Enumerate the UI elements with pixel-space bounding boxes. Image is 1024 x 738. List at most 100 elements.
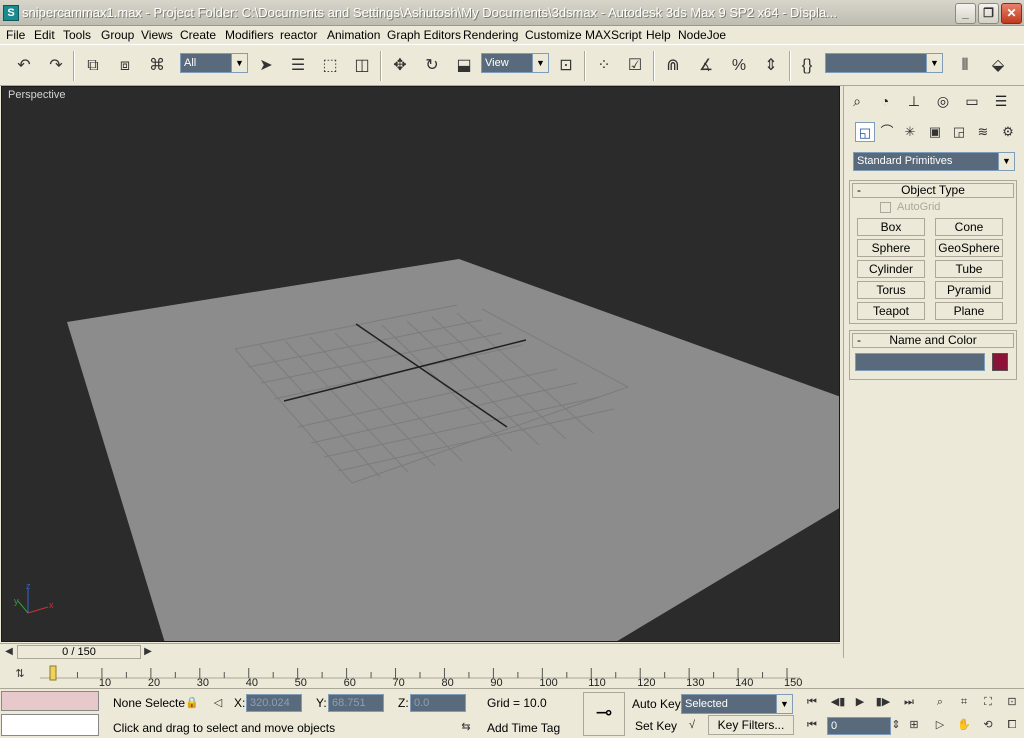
- pyramid-button[interactable]: Pyramid: [935, 281, 1003, 299]
- space-warps-icon[interactable]: ≋: [973, 122, 993, 142]
- name-and-color-header[interactable]: - Name and Color: [852, 333, 1014, 348]
- keyboard-shortcut-override-icon[interactable]: ⁘: [592, 54, 616, 78]
- bind-space-warp-icon[interactable]: ⌘: [145, 54, 169, 78]
- perspective-viewport[interactable]: x y z Perspective: [1, 86, 840, 642]
- unlink-icon[interactable]: ⧈: [113, 54, 137, 78]
- menu-animation[interactable]: Animation: [327, 28, 380, 42]
- close-button[interactable]: ✕: [1001, 3, 1022, 24]
- motion-tab-icon[interactable]: ◎: [932, 90, 954, 112]
- spinner-snap-icon[interactable]: ⇕: [759, 54, 783, 78]
- chevron-left-icon[interactable]: ◀: [2, 645, 16, 659]
- menu-create[interactable]: Create: [180, 28, 216, 42]
- menu-tools[interactable]: Tools: [63, 28, 91, 42]
- helpers-icon[interactable]: ◲: [949, 122, 969, 142]
- key-mode-toggle-icon[interactable]: ⏮: [802, 715, 822, 735]
- select-and-link-icon[interactable]: ⧉: [81, 54, 105, 78]
- current-frame-input[interactable]: 0: [827, 717, 891, 735]
- time-slider-thumb[interactable]: 0 / 150: [17, 645, 141, 659]
- sphere-button[interactable]: Sphere: [857, 239, 925, 257]
- display-tab-icon[interactable]: ▭: [961, 90, 983, 112]
- edit-named-selections-icon[interactable]: {}: [795, 54, 819, 78]
- pivot-center-icon[interactable]: ⊡: [554, 54, 578, 78]
- chevron-right-icon[interactable]: ▶: [141, 645, 155, 659]
- pan-icon[interactable]: ✋: [954, 715, 974, 735]
- lights-icon[interactable]: ✳: [900, 122, 920, 142]
- maximize-button[interactable]: ❐: [978, 3, 999, 24]
- object-color-swatch[interactable]: [992, 353, 1008, 371]
- snaps-toggle-icon[interactable]: ⋒: [661, 54, 685, 78]
- select-object-icon[interactable]: ➤: [254, 54, 278, 78]
- x-coordinate-input[interactable]: 320.024: [246, 694, 302, 712]
- maximize-viewport-icon[interactable]: ⧠: [1002, 715, 1022, 735]
- reference-coord-dropdown[interactable]: View ▼: [481, 53, 549, 73]
- object-type-header[interactable]: - Object Type: [852, 183, 1014, 198]
- track-bar[interactable]: ⇅ 10 20 30 40 50 60 70 80 90 100 110 120 130 140 150: [0, 660, 840, 688]
- menu-file[interactable]: File: [6, 28, 25, 42]
- previous-frame-icon[interactable]: ◀▮: [828, 692, 848, 712]
- cameras-icon[interactable]: ▣: [925, 122, 945, 142]
- set-key-icon[interactable]: ⊸: [583, 692, 625, 736]
- object-name-input[interactable]: [855, 353, 985, 371]
- select-and-rotate-icon[interactable]: ↻: [420, 54, 444, 78]
- hierarchy-tab-icon[interactable]: ⊥: [903, 90, 925, 112]
- rectangular-selection-icon[interactable]: ⬚: [318, 54, 342, 78]
- y-coordinate-input[interactable]: 68.751: [328, 694, 384, 712]
- auto-key-button[interactable]: Auto Key: [632, 696, 681, 714]
- menu-reactor[interactable]: reactor: [280, 28, 317, 42]
- play-icon[interactable]: ▶: [850, 692, 870, 712]
- add-time-tag[interactable]: Add Time Tag: [487, 720, 560, 738]
- key-mode-dropdown[interactable]: Selected ▼: [681, 694, 793, 714]
- zoom-icon[interactable]: ⌕: [930, 692, 950, 712]
- systems-icon[interactable]: ⚙: [998, 122, 1018, 142]
- create-tab-icon[interactable]: ⌕: [846, 90, 868, 112]
- menu-customize[interactable]: Customize: [525, 28, 582, 42]
- utilities-tab-icon[interactable]: ☰: [990, 90, 1012, 112]
- menu-views[interactable]: Views: [141, 28, 173, 42]
- select-and-scale-icon[interactable]: ⬓: [452, 54, 476, 78]
- window-crossing-icon[interactable]: ◫: [350, 54, 374, 78]
- percent-snap-icon[interactable]: %: [727, 54, 751, 78]
- named-selection-dropdown[interactable]: ▼: [825, 53, 943, 73]
- category-dropdown[interactable]: Standard Primitives ▼: [853, 152, 1015, 171]
- menu-modifiers[interactable]: Modifiers: [225, 28, 274, 42]
- torus-button[interactable]: Torus: [857, 281, 925, 299]
- selection-filter-dropdown[interactable]: All ▼: [180, 53, 248, 73]
- maxscript-listener-white[interactable]: [1, 714, 99, 736]
- select-by-name-icon[interactable]: ☰: [286, 54, 310, 78]
- arc-rotate-icon[interactable]: ⟲: [978, 715, 998, 735]
- field-of-view-icon[interactable]: ▷: [930, 715, 950, 735]
- teapot-button[interactable]: Teapot: [857, 302, 925, 320]
- viewport-label[interactable]: Perspective: [8, 89, 65, 101]
- menu-help[interactable]: Help: [646, 28, 671, 42]
- redo-icon[interactable]: ↷: [44, 54, 68, 78]
- spinner-icon[interactable]: ⇕: [890, 715, 902, 735]
- zoom-extents-icon[interactable]: ⛶: [978, 692, 998, 712]
- tube-button[interactable]: Tube: [935, 260, 1003, 278]
- key-filters-button[interactable]: Key Filters...: [708, 715, 794, 735]
- mirror-icon[interactable]: ⫴: [953, 54, 977, 78]
- time-configuration-icon[interactable]: ⊞: [904, 715, 924, 735]
- menu-nodejoe[interactable]: NodeJoe: [678, 28, 726, 42]
- default-tangents-icon[interactable]: √: [682, 715, 702, 735]
- manipulate-icon[interactable]: ☑: [623, 54, 647, 78]
- menu-maxscript[interactable]: MAXScript: [585, 28, 642, 42]
- autogrid-checkbox[interactable]: AutoGrid: [880, 201, 940, 213]
- geosphere-button[interactable]: GeoSphere: [935, 239, 1003, 257]
- angle-snap-icon[interactable]: ∡: [694, 54, 718, 78]
- cone-button[interactable]: Cone: [935, 218, 1003, 236]
- menu-graph-editors[interactable]: Graph Editors: [387, 28, 461, 42]
- minimize-button[interactable]: _: [955, 3, 976, 24]
- menu-edit[interactable]: Edit: [34, 28, 55, 42]
- box-button[interactable]: Box: [857, 218, 925, 236]
- lock-icon[interactable]: 🔒: [182, 693, 202, 713]
- go-to-end-icon[interactable]: ⏭: [899, 692, 919, 712]
- absolute-mode-icon[interactable]: ◁: [208, 693, 228, 713]
- undo-icon[interactable]: ↶: [12, 54, 36, 78]
- select-and-move-icon[interactable]: ✥: [388, 54, 412, 78]
- maxscript-listener-pink[interactable]: [1, 691, 99, 711]
- menu-rendering[interactable]: Rendering: [463, 28, 518, 42]
- next-frame-icon[interactable]: ▮▶: [873, 692, 893, 712]
- geometry-icon[interactable]: ◱: [855, 122, 875, 142]
- time-slider[interactable]: ◀ 0 / 150 ▶: [0, 643, 840, 660]
- plane-button[interactable]: Plane: [935, 302, 1003, 320]
